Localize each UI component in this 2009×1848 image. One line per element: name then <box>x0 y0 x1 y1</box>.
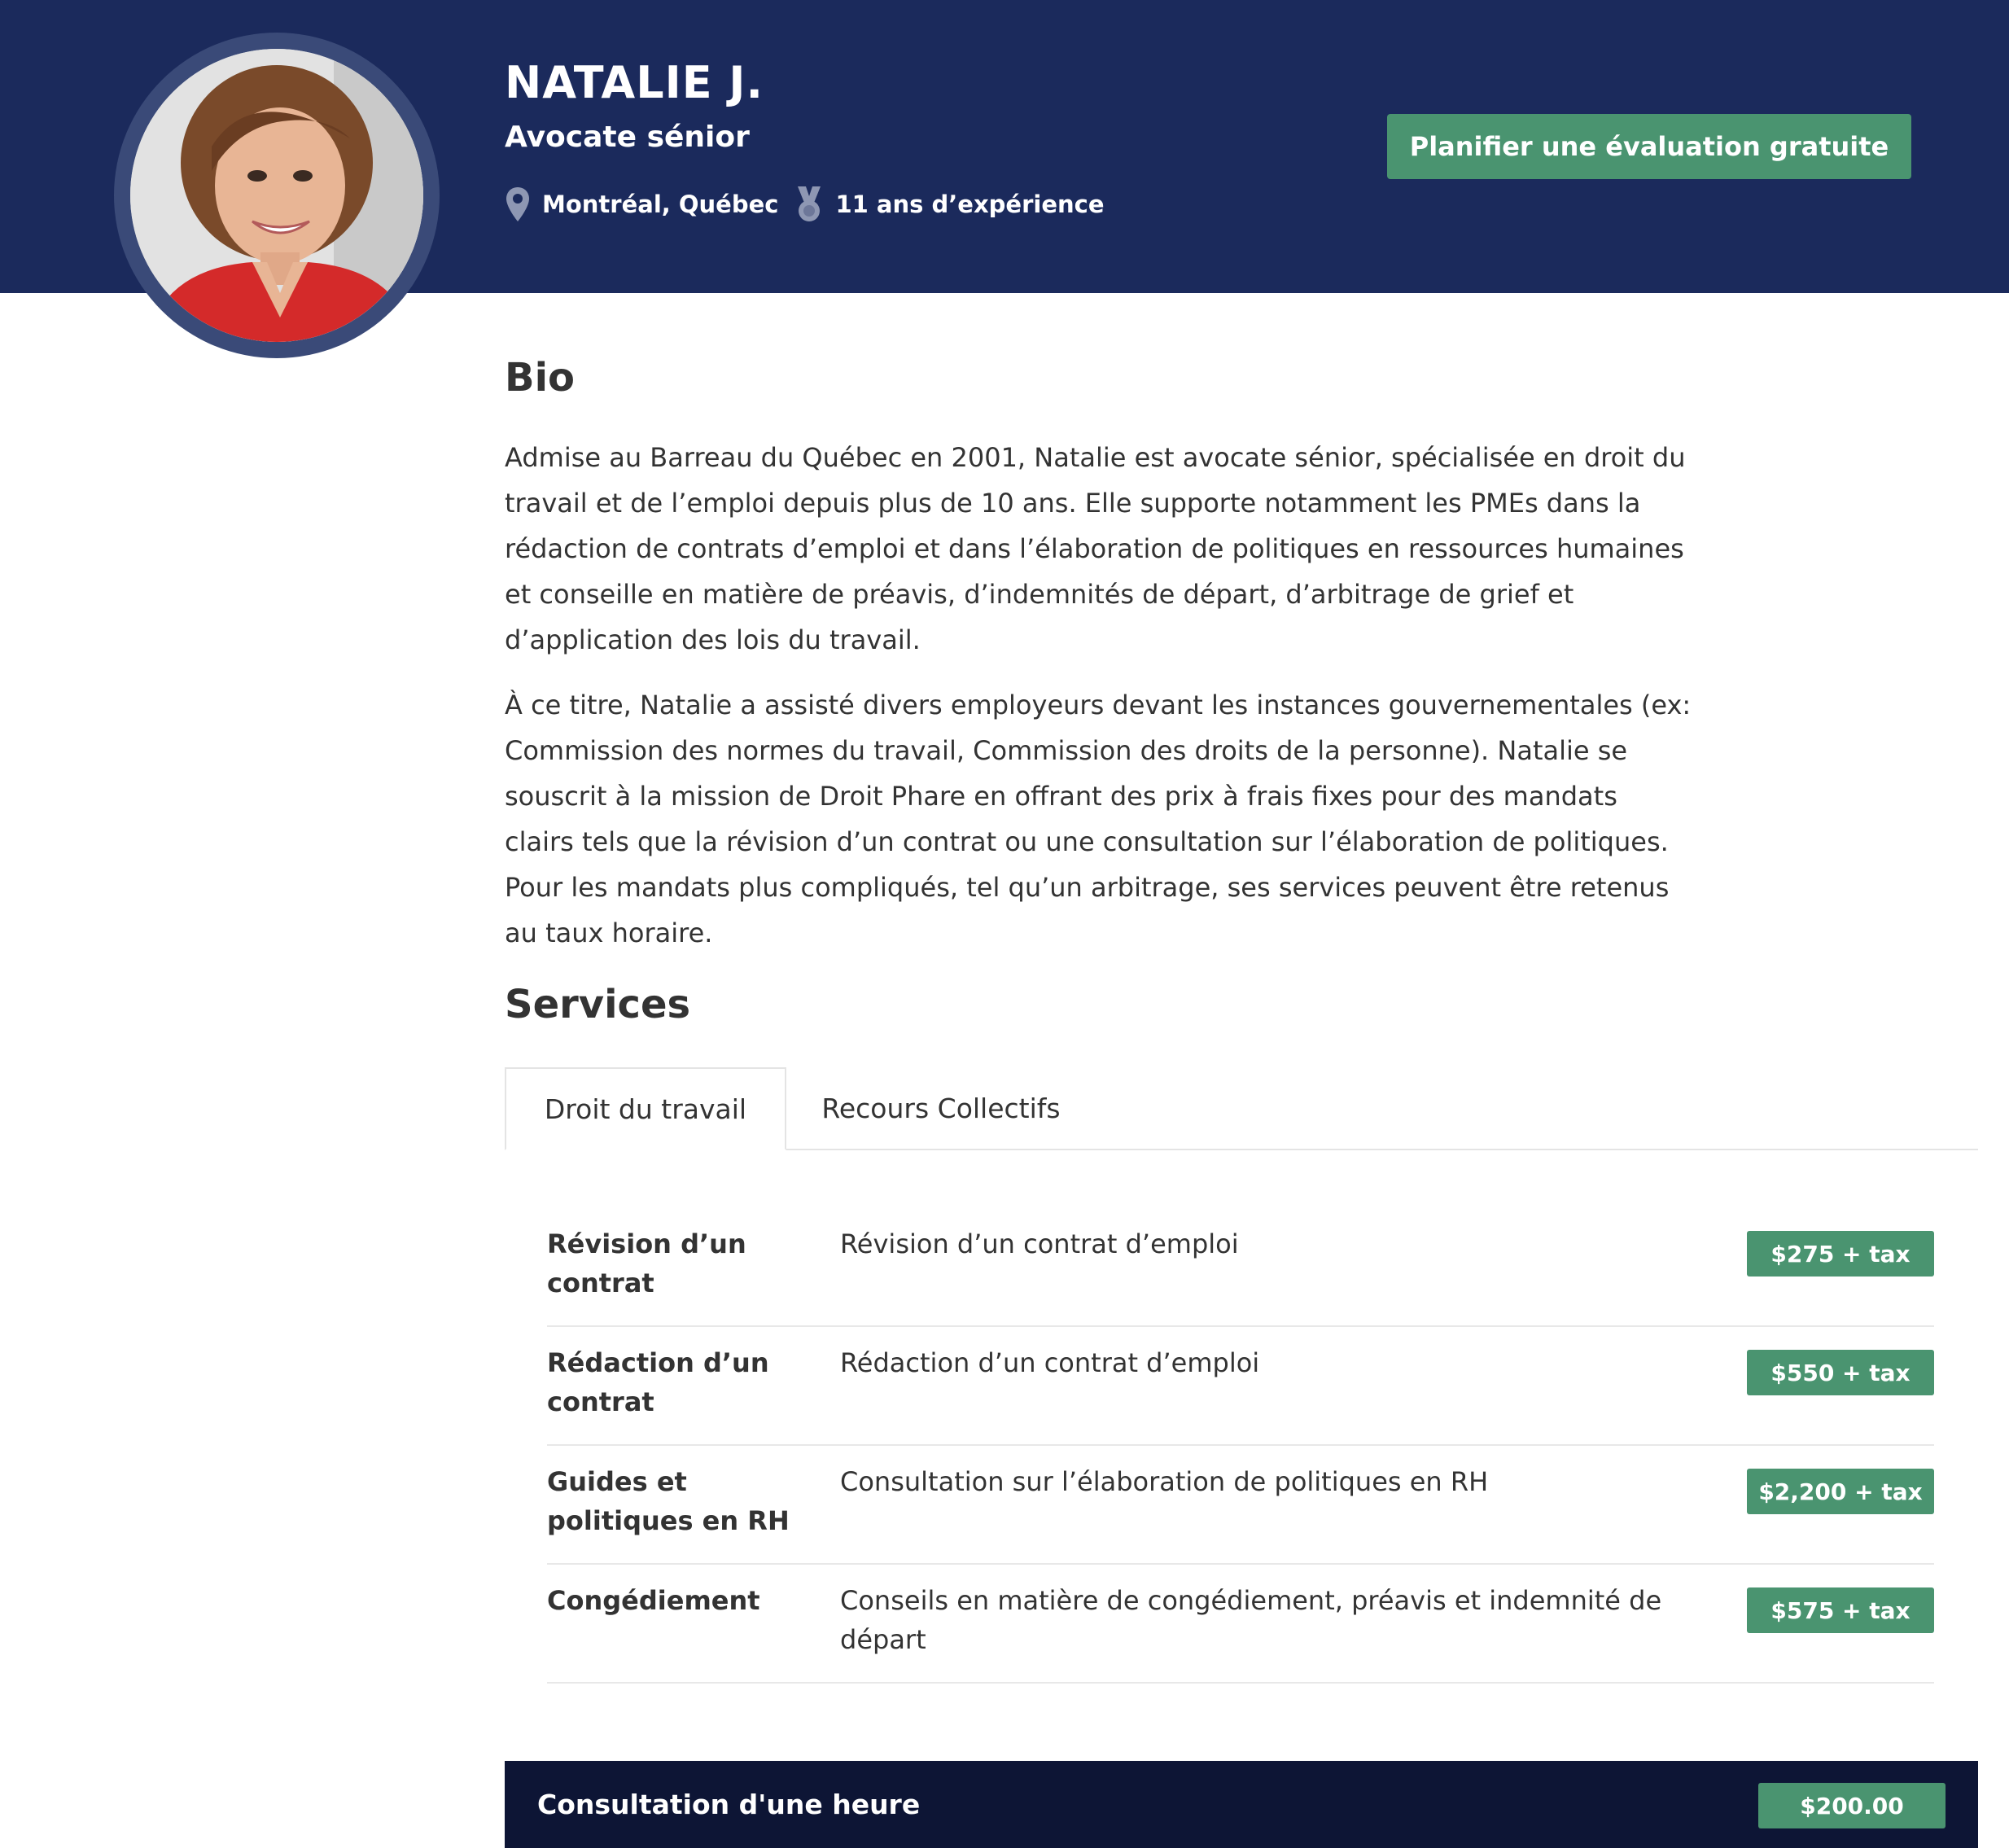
bio-heading: Bio <box>505 355 576 401</box>
price-badge[interactable]: $2,200 + tax <box>1747 1469 1934 1514</box>
service-name: Guides et politiques en RH <box>547 1466 790 1536</box>
price-badge[interactable]: $275 + tax <box>1747 1231 1934 1277</box>
service-row: Guides et politiques en RH Consultation … <box>547 1444 1934 1565</box>
consultation-bar: Consultation d'une heure $200.00 <box>505 1761 1978 1848</box>
avatar-photo <box>130 49 423 342</box>
service-name: Congédiement <box>547 1585 760 1616</box>
price-badge[interactable]: $575 + tax <box>1747 1587 1934 1633</box>
lawyer-title: Avocate sénior <box>505 120 750 154</box>
schedule-evaluation-button[interactable]: Planifier une évaluation gratuite <box>1387 114 1911 179</box>
services-heading: Services <box>505 982 691 1027</box>
bio-paragraph-1: Admise au Barreau du Québec en 2001, Nat… <box>505 442 1686 655</box>
tab-recours-collectifs[interactable]: Recours Collectifs <box>786 1067 1096 1149</box>
profile-meta: Montréal, Québec 11 ans d’expérience <box>505 184 1105 225</box>
consultation-price-badge[interactable]: $200.00 <box>1758 1783 1946 1828</box>
services-tabs: Droit du travail Recours Collectifs <box>505 1067 1978 1150</box>
consultation-title: Consultation d'une heure <box>537 1789 921 1820</box>
location-text: Montréal, Québec <box>542 190 779 218</box>
service-name: Révision d’un contrat <box>547 1228 746 1298</box>
avatar-ring <box>114 33 440 358</box>
service-row: Congédiement Conseils en matière de cong… <box>547 1563 1934 1684</box>
lawyer-name: NATALIE J. <box>505 57 764 108</box>
service-description: Rédaction d’un contrat d’emploi <box>840 1347 1260 1378</box>
profile-header: NATALIE J. Avocate sénior Montréal, Québ… <box>0 0 2009 358</box>
price-badge[interactable]: $550 + tax <box>1747 1350 1934 1395</box>
service-name: Rédaction d’un contrat <box>547 1347 769 1417</box>
service-row: Rédaction d’un contrat Rédaction d’un co… <box>547 1325 1934 1446</box>
experience-text: 11 ans d’expérience <box>835 190 1105 218</box>
tab-droit-du-travail[interactable]: Droit du travail <box>505 1067 786 1150</box>
medal-icon <box>798 186 821 221</box>
service-row: Révision d’un contrat Révision d’un cont… <box>547 1206 1934 1327</box>
bio-paragraph-2: À ce titre, Natalie a assisté divers emp… <box>505 690 1692 948</box>
service-description: Conseils en matière de congédiement, pré… <box>840 1585 1662 1655</box>
avatar <box>130 49 423 342</box>
service-description: Consultation sur l’élaboration de politi… <box>840 1466 1489 1497</box>
service-description: Révision d’un contrat d’emploi <box>840 1228 1239 1259</box>
map-pin-icon <box>506 187 529 221</box>
